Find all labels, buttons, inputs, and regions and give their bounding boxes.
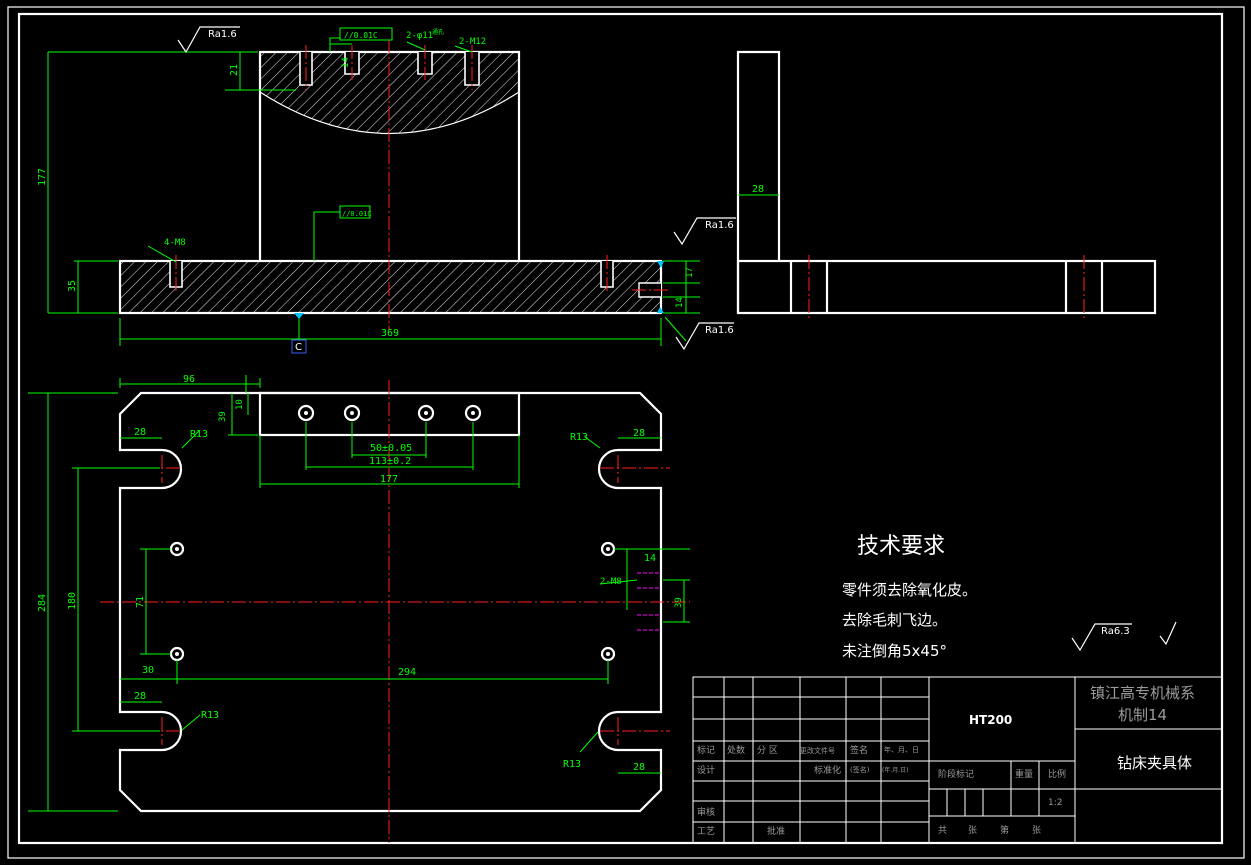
dim-50: 50±0.05 bbox=[370, 443, 412, 454]
dim-2m8: 2-M8 bbox=[600, 577, 622, 587]
tb-material: HT200 bbox=[969, 713, 1012, 727]
finish-label-right-upper: Ra1.6 bbox=[705, 220, 734, 231]
tb-h-design: 设计 bbox=[697, 764, 715, 776]
dim-96: 96 bbox=[183, 374, 195, 385]
tb-h-craft: 工艺 bbox=[697, 826, 715, 837]
finish-symbol-other bbox=[1159, 621, 1177, 646]
tb-h-sign: 签名 bbox=[850, 744, 868, 756]
tb-h-std: 标准化 bbox=[814, 764, 841, 776]
finish-label-right-lower: Ra1.6 bbox=[705, 325, 734, 336]
dim-length: 369 bbox=[381, 328, 399, 339]
dim-177: 177 bbox=[380, 474, 398, 485]
dim-180: 180 bbox=[67, 592, 78, 610]
dim-14: 14 bbox=[644, 553, 656, 564]
tb-h-docno: 更改文件号 bbox=[800, 746, 835, 755]
dim-28-br: 28 bbox=[633, 762, 645, 773]
base-section bbox=[120, 261, 661, 313]
tb-sheets-unit2: 张 bbox=[1032, 825, 1041, 836]
tb-sheet-no: 第 bbox=[1000, 824, 1009, 836]
dim-side-thickness: 28 bbox=[752, 184, 764, 195]
dim-30: 30 bbox=[142, 665, 154, 676]
tol-frame-mid-text: //0.01C bbox=[342, 210, 372, 218]
tb-scale: 1:2 bbox=[1048, 798, 1062, 808]
tb-h-zone: 分 区 bbox=[757, 745, 778, 756]
tb-class: 机制14 bbox=[1118, 706, 1167, 724]
dim-294: 294 bbox=[398, 667, 416, 678]
dim-71: 71 bbox=[135, 596, 146, 608]
dim-r13-br: R13 bbox=[563, 759, 581, 770]
tb-h-mark: 标记 bbox=[697, 744, 715, 756]
dim-hole-depth: 14 bbox=[341, 57, 351, 68]
plan-view bbox=[28, 375, 690, 843]
tb-h-approve: 批准 bbox=[767, 825, 785, 837]
dim-284: 284 bbox=[37, 594, 48, 612]
tb-h-sign2: (签名) bbox=[850, 765, 870, 774]
tb-sheets-unit1: 张 bbox=[968, 825, 977, 836]
dim-m8: 4-M8 bbox=[164, 238, 186, 248]
dim-phi11: 2-φ11 bbox=[406, 31, 433, 41]
dim-28-bl: 28 bbox=[134, 691, 146, 702]
dim-height-total: 177 bbox=[37, 168, 48, 186]
dim-r13-tl: R13 bbox=[190, 429, 208, 440]
dim-r13-bl: R13 bbox=[201, 710, 219, 721]
dim-39-right: 39 bbox=[674, 597, 684, 608]
dim-base-height: 35 bbox=[67, 280, 78, 292]
tech-line-1: 零件须去除氧化皮。 bbox=[842, 581, 977, 599]
tol-frame-top-text: //0.01C bbox=[344, 31, 378, 40]
datum-letter: C bbox=[295, 342, 302, 353]
tb-h-scale: 比例 bbox=[1048, 768, 1066, 780]
dim-top-depth: 21 bbox=[229, 64, 240, 76]
tb-h-count: 处数 bbox=[727, 744, 745, 756]
tech-heading: 技术要求 bbox=[857, 534, 945, 559]
dim-r13-tr: R13 bbox=[570, 432, 588, 443]
tech-line-3: 未注倒角5x45° bbox=[842, 642, 947, 660]
dim-28-tl: 28 bbox=[134, 427, 146, 438]
tb-sheets-total: 共 bbox=[938, 825, 947, 836]
dim-113: 113±0.2 bbox=[369, 456, 411, 467]
tb-h-date2: (年.月.日) bbox=[882, 766, 909, 774]
tb-h-review: 审核 bbox=[697, 806, 715, 818]
dim-right-14: 14 bbox=[675, 297, 685, 308]
tb-h-date: 年、月、日 bbox=[884, 745, 919, 754]
dim-phi-note: 通孔 bbox=[432, 28, 444, 36]
tb-h-stage: 阶段标记 bbox=[938, 768, 974, 780]
finish-label-topleft: Ra1.6 bbox=[208, 29, 237, 40]
tb-school: 镇江高专机械系 bbox=[1090, 684, 1195, 702]
front-view bbox=[47, 26, 736, 354]
cad-drawing: Ra1.6 Ra1.6 Ra1.6 Ra6.3 C //0.01C //0.01… bbox=[7, 6, 1245, 859]
tb-h-weight: 重量 bbox=[1015, 768, 1033, 780]
dim-right-17: 17 bbox=[685, 267, 695, 278]
dim-28-tr: 28 bbox=[633, 428, 645, 439]
side-view bbox=[736, 50, 1157, 319]
tech-line-2: 去除毛刺飞边。 bbox=[842, 611, 947, 629]
dim-10: 10 bbox=[235, 399, 245, 410]
finish-label-general: Ra6.3 bbox=[1101, 626, 1130, 637]
dim-39: 39 bbox=[218, 411, 228, 422]
tb-part-name: 钻床夹具体 bbox=[1117, 754, 1192, 772]
dim-m12: 2-M12 bbox=[459, 37, 486, 47]
